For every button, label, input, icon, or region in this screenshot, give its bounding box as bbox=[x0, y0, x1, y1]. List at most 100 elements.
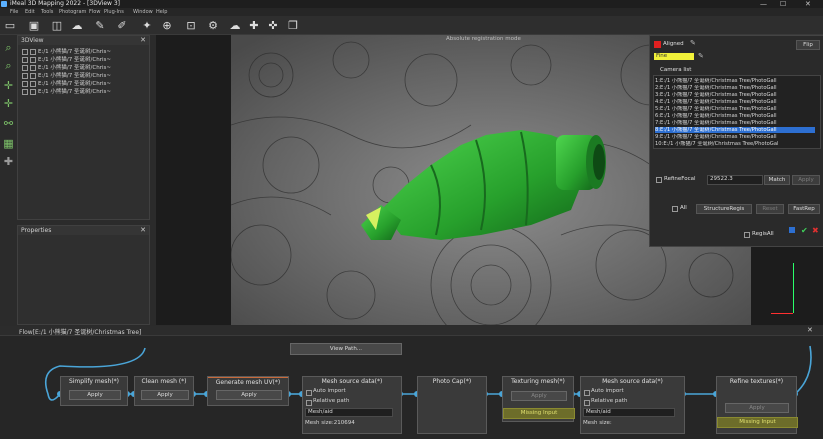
camera-list-item[interactable]: 7:E:/1 小熊猫/7 圣诞树/Christmas Tree/PhotoGal… bbox=[655, 120, 815, 126]
import-icon[interactable]: ☁ bbox=[70, 18, 84, 32]
nodes-icon[interactable]: ⚯ bbox=[2, 117, 15, 130]
menu-file[interactable]: File bbox=[10, 8, 18, 16]
brush-icon[interactable]: ✎ bbox=[93, 18, 107, 32]
flow-node-mesh-source-2[interactable]: Mesh source data(*) Auto import Relative… bbox=[580, 376, 685, 434]
cloud-upload-icon[interactable]: ☁ bbox=[228, 18, 242, 32]
relative-path-checkbox[interactable] bbox=[306, 400, 312, 406]
camera-list-item[interactable]: 3:E:/1 小熊猫/7 圣诞树/Christmas Tree/PhotoGal… bbox=[655, 92, 815, 98]
menu-window[interactable]: Window bbox=[133, 8, 153, 16]
target-icon[interactable]: ⊕ bbox=[160, 18, 174, 32]
camera-list-item[interactable]: 1:E:/1 小熊猫/7 圣诞树/Christmas Tree/PhotoGal… bbox=[655, 78, 815, 84]
mesh-path-input[interactable]: Mesh/aid bbox=[305, 408, 393, 417]
tree-item[interactable]: E:/1 小熊猫/7 圣诞树/Chris~ bbox=[22, 72, 111, 80]
tree-item[interactable]: E:/1 小熊猫/7 圣诞树/Chris~ bbox=[22, 48, 111, 56]
focal-input[interactable]: 29522.3 bbox=[707, 175, 763, 185]
checkbox[interactable] bbox=[22, 80, 28, 87]
apply-button[interactable]: Apply bbox=[792, 175, 820, 185]
hand-icon[interactable]: ✚ bbox=[2, 155, 15, 168]
tree-item[interactable]: E:/1 小熊猫/7 圣诞树/Chris~ bbox=[22, 80, 111, 88]
refine-focal-checkbox[interactable] bbox=[656, 177, 662, 183]
mesh-icon[interactable]: ⚙ bbox=[206, 18, 220, 32]
zoom-icon[interactable]: ⌕ bbox=[2, 41, 15, 54]
fast-rep-button[interactable]: FastRep bbox=[788, 204, 820, 214]
menu-flow[interactable]: Flow bbox=[89, 8, 100, 16]
checkbox[interactable] bbox=[22, 72, 28, 79]
camera-list-item-selected[interactable]: 8:E:/1 小熊猫/7 圣诞树/Christmas Tree/PhotoGal… bbox=[655, 127, 815, 133]
apply-button[interactable]: Apply bbox=[216, 390, 282, 400]
apply-button[interactable]: Apply bbox=[511, 391, 567, 401]
flow-node-simplify[interactable]: Simplify mesh(*) Apply bbox=[60, 376, 128, 406]
check-icon[interactable]: ✔ bbox=[801, 226, 808, 235]
close-icon[interactable]: ✕ bbox=[140, 36, 146, 45]
maximize-button[interactable]: ☐ bbox=[780, 0, 786, 8]
menu-tools[interactable]: Tools bbox=[41, 8, 53, 16]
camera-list-item[interactable]: 5:E:/1 小熊猫/7 圣诞树/Christmas Tree/PhotoGal… bbox=[655, 106, 815, 112]
pin-icon[interactable]: ✦ bbox=[140, 18, 154, 32]
flow-node-generate-uv[interactable]: Generate mesh UV(*) Apply bbox=[207, 376, 289, 406]
match-button[interactable]: Match bbox=[764, 175, 790, 185]
checkbox[interactable] bbox=[22, 64, 28, 71]
checkbox[interactable] bbox=[22, 56, 28, 63]
checkbox[interactable] bbox=[30, 64, 36, 71]
move-icon[interactable]: ✛ bbox=[2, 79, 15, 92]
aligned-color-swatch[interactable] bbox=[654, 41, 661, 48]
x-icon[interactable]: ✖ bbox=[812, 226, 819, 235]
all-checkbox[interactable] bbox=[672, 206, 678, 212]
camera-list-item[interactable]: 10:E:/1 小熊猫/7 圣诞树/Christmas Tree/PhotoGa… bbox=[655, 141, 815, 147]
flow-node-refine-textures[interactable]: Refine textures(*) Apply Missing Input bbox=[716, 376, 798, 434]
apply-button[interactable]: Apply bbox=[725, 403, 789, 413]
tree-item[interactable]: E:/1 小熊猫/7 圣诞树/Chris~ bbox=[22, 56, 111, 64]
flow-node-texturing[interactable]: Texturing mesh(*) Apply Missing Input bbox=[502, 376, 575, 422]
grid-icon[interactable]: ▦ bbox=[2, 137, 15, 150]
reset-button[interactable]: Reset bbox=[756, 204, 784, 214]
camera-icon[interactable]: ⊡ bbox=[184, 18, 198, 32]
checkbox[interactable] bbox=[30, 88, 36, 95]
auto-import-checkbox[interactable] bbox=[306, 390, 312, 396]
edit-icon[interactable]: ✐ bbox=[115, 18, 129, 32]
checkbox[interactable] bbox=[30, 80, 36, 87]
checkbox[interactable] bbox=[30, 48, 36, 55]
checkbox[interactable] bbox=[30, 72, 36, 79]
puzzle-icon[interactable]: ✚ bbox=[247, 18, 261, 32]
view-path-button[interactable]: View Path... bbox=[290, 343, 402, 355]
checkbox[interactable] bbox=[22, 48, 28, 55]
axis-icon[interactable]: ✛ bbox=[2, 97, 15, 110]
relative-path-checkbox[interactable] bbox=[584, 400, 590, 406]
checkbox[interactable] bbox=[22, 88, 28, 95]
minimize-button[interactable]: — bbox=[760, 0, 767, 8]
menu-edit[interactable]: Edit bbox=[25, 8, 35, 16]
puzzle-plus-icon[interactable]: ✜ bbox=[266, 18, 280, 32]
regis-all-checkbox[interactable] bbox=[744, 232, 750, 238]
pencil-icon[interactable]: ✎ bbox=[698, 52, 704, 60]
menu-photogram[interactable]: Photogram bbox=[59, 8, 86, 16]
camera-list-item[interactable]: 2:E:/1 小熊猫/7 圣诞树/Christmas Tree/PhotoGal… bbox=[655, 85, 815, 91]
open-icon[interactable]: ▣ bbox=[27, 18, 41, 32]
flip-button[interactable]: Flip bbox=[796, 40, 820, 50]
flow-editor[interactable]: Flow[E:/1 小熊猫/7 圣诞树/Christmas Tree] ✕ Vi… bbox=[0, 326, 823, 439]
save-icon[interactable]: ◫ bbox=[50, 18, 64, 32]
close-button[interactable]: ✕ bbox=[805, 0, 811, 8]
tree-item[interactable]: E:/1 小熊猫/7 圣诞树/Chris~ bbox=[22, 88, 111, 96]
menu-help[interactable]: Help bbox=[156, 8, 167, 16]
tree-item[interactable]: E:/1 小熊猫/7 圣诞树/Chris~ bbox=[22, 64, 111, 72]
zoom-region-icon[interactable]: ⌕ bbox=[2, 59, 15, 72]
menu-plugins[interactable]: Plug-Ins bbox=[104, 8, 124, 16]
flow-node-photo-cap[interactable]: Photo Cap(*) bbox=[417, 376, 487, 434]
checkbox[interactable] bbox=[30, 56, 36, 63]
structure-regis-button[interactable]: StructureRegis bbox=[696, 204, 752, 214]
apply-button[interactable]: Apply bbox=[141, 390, 189, 400]
auto-import-checkbox[interactable] bbox=[584, 390, 590, 396]
flow-node-clean[interactable]: Clean mesh (*) Apply bbox=[134, 376, 194, 406]
camera-list-item[interactable]: 4:E:/1 小熊猫/7 圣诞树/Christmas Tree/PhotoGal… bbox=[655, 99, 815, 105]
apply-button[interactable]: Apply bbox=[69, 390, 121, 400]
mesh-path-input[interactable]: Mesh/aid bbox=[583, 408, 675, 417]
pencil-icon[interactable]: ✎ bbox=[690, 39, 696, 47]
axis-gizmo bbox=[771, 263, 816, 318]
close-icon[interactable]: ✕ bbox=[140, 226, 146, 235]
layers-icon[interactable]: ❐ bbox=[286, 18, 300, 32]
camera-list-item[interactable]: 6:E:/1 小熊猫/7 圣诞树/Christmas Tree/PhotoGal… bbox=[655, 113, 815, 119]
blue-icon[interactable] bbox=[789, 227, 795, 233]
camera-list-item[interactable]: 9:E:/1 小熊猫/7 圣诞树/Christmas Tree/PhotoGal… bbox=[655, 134, 815, 140]
new-icon[interactable]: ▭ bbox=[3, 18, 17, 32]
flow-node-mesh-source[interactable]: Mesh source data(*) Auto import Relative… bbox=[302, 376, 402, 434]
